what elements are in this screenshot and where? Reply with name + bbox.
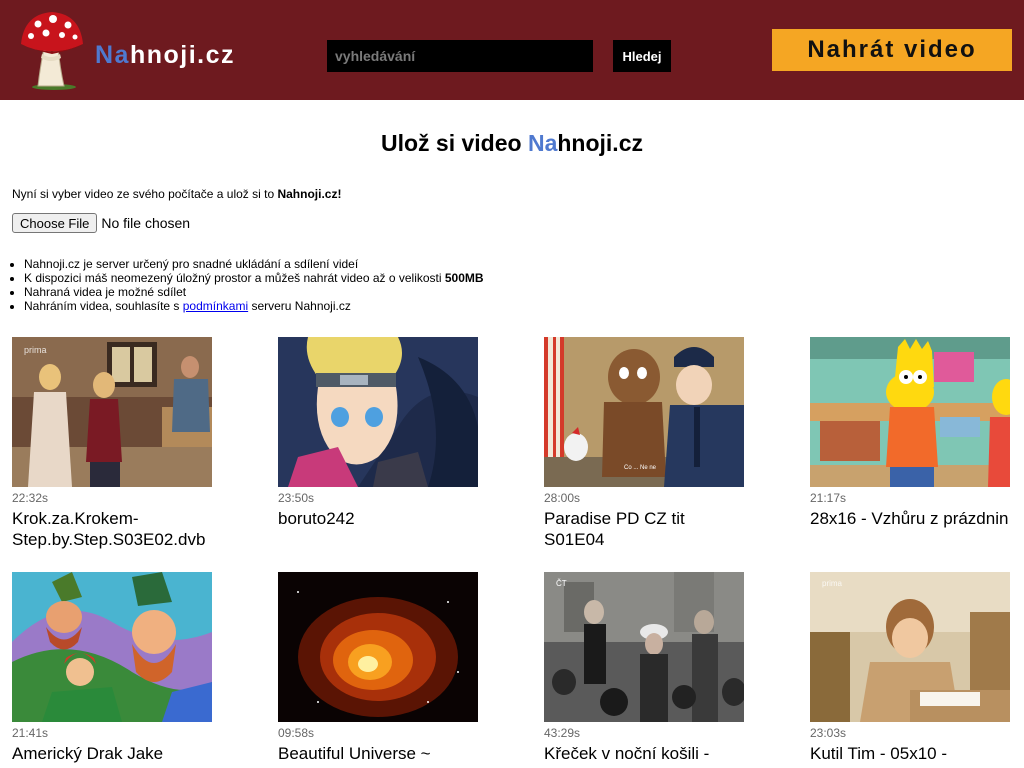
video-title[interactable]: Americký Drak Jake <box>12 743 212 764</box>
video-card[interactable]: 21:17s 28x16 - Vzhůru z prázdnin <box>810 337 1010 529</box>
video-card[interactable]: prima 23:03s Kutil Tim - 05x10 - <box>810 572 1010 764</box>
video-title[interactable]: Kutil Tim - 05x10 - <box>810 743 1010 764</box>
video-duration: 43:29s <box>544 726 581 740</box>
video-card[interactable]: 09:58s Beautiful Universe ~ <box>278 572 478 764</box>
file-status: No file chosen <box>101 215 191 231</box>
info-item: Nahnoji.cz je server určený pro snadné u… <box>24 257 484 271</box>
info-item-bold: 500MB <box>444 271 484 285</box>
upload-video-button[interactable]: Nahrát video <box>772 29 1012 71</box>
video-card[interactable]: ČT 43:29s Křeček v noční košili - <box>544 572 744 764</box>
video-card[interactable]: 23:50s boruto242 <box>278 337 478 529</box>
video-duration: 22:32s <box>12 491 49 505</box>
info-item: K dispozici máš neomezený úložný prostor… <box>24 271 484 285</box>
info-item-text: Nahraná videa je možné sdílet <box>24 285 187 299</box>
video-thumbnail[interactable] <box>12 572 212 722</box>
video-duration: 23:50s <box>278 491 315 505</box>
video-title[interactable]: Paradise PD CZ tit S01E04 <box>544 508 744 550</box>
video-thumbnail[interactable]: Co ... Ne ne <box>544 337 744 487</box>
info-list: Nahnoji.cz je server určený pro snadné u… <box>12 257 484 313</box>
info-item-text: serveru Nahnoji.cz <box>248 299 351 313</box>
intro-bold: Nahnoji.cz! <box>277 187 342 201</box>
video-card[interactable]: prima 22:32s Krok.za.Krokem-Step.by.Step… <box>12 337 212 550</box>
site-header: Nahnoji.cz Hledej Nahrát video <box>0 0 1024 100</box>
svg-text:Co ... Ne ne: Co ... Ne ne <box>624 465 657 471</box>
video-card[interactable]: Co ... Ne ne 28:00s Paradise PD CZ tit S… <box>544 337 744 550</box>
svg-text:ČT: ČT <box>556 579 567 588</box>
info-item-text: Nahnoji.cz je server určený pro snadné u… <box>24 257 359 271</box>
video-duration: 21:17s <box>810 491 847 505</box>
video-thumbnail[interactable]: prima <box>12 337 212 487</box>
video-title[interactable]: 28x16 - Vzhůru z prázdnin <box>810 508 1010 529</box>
intro-text: Nyní si vyber video ze svého počítače a … <box>12 187 278 201</box>
search-input[interactable] <box>327 40 593 72</box>
video-thumbnail[interactable] <box>278 572 478 722</box>
info-item-text: Nahráním videa, souhlasíte s <box>24 299 183 313</box>
search-button[interactable]: Hledej <box>613 40 671 72</box>
video-thumbnail[interactable] <box>278 337 478 487</box>
video-title[interactable]: boruto242 <box>278 508 478 529</box>
info-item-text: K dispozici máš neomezený úložný prostor… <box>24 271 445 285</box>
mushroom-logo-icon[interactable] <box>18 8 86 90</box>
logo-text-rest: hnoji.cz <box>129 41 236 69</box>
video-title[interactable]: Krok.za.Krokem-Step.by.Step.S03E02.dvb <box>12 508 212 550</box>
info-item: Nahráním videa, souhlasíte s podmínkami … <box>24 299 484 313</box>
title-prefix: Ulož si video <box>380 130 528 156</box>
file-picker: Choose File No file chosen <box>12 213 190 233</box>
video-card[interactable]: 21:41s Americký Drak Jake <box>12 572 212 764</box>
title-rest: hnoji.cz <box>557 130 643 156</box>
video-thumbnail[interactable]: prima <box>810 572 1010 722</box>
title-highlight: Na <box>527 130 558 156</box>
logo-text-highlight: Na <box>95 41 130 69</box>
upload-intro: Nyní si vyber video ze svého počítače a … <box>12 186 341 202</box>
svg-text:prima: prima <box>822 579 843 588</box>
video-thumbnail[interactable] <box>810 337 1010 487</box>
terms-link[interactable]: podmínkami <box>183 299 248 313</box>
choose-file-button[interactable]: Choose File <box>12 213 98 233</box>
video-title[interactable]: Křeček v noční košili - <box>544 743 744 764</box>
video-duration: 23:03s <box>810 726 847 740</box>
video-duration: 21:41s <box>12 726 49 740</box>
video-title[interactable]: Beautiful Universe ~ <box>278 743 478 764</box>
video-duration: 28:00s <box>544 491 581 505</box>
video-thumbnail[interactable]: ČT <box>544 572 744 722</box>
video-duration: 09:58s <box>278 726 315 740</box>
page-title: Ulož si video Nahnoji.cz <box>0 128 1024 158</box>
info-item: Nahraná videa je možné sdílet <box>24 285 484 299</box>
site-logo-text[interactable]: Nahnoji.cz <box>95 40 235 70</box>
svg-text:prima: prima <box>24 345 47 355</box>
